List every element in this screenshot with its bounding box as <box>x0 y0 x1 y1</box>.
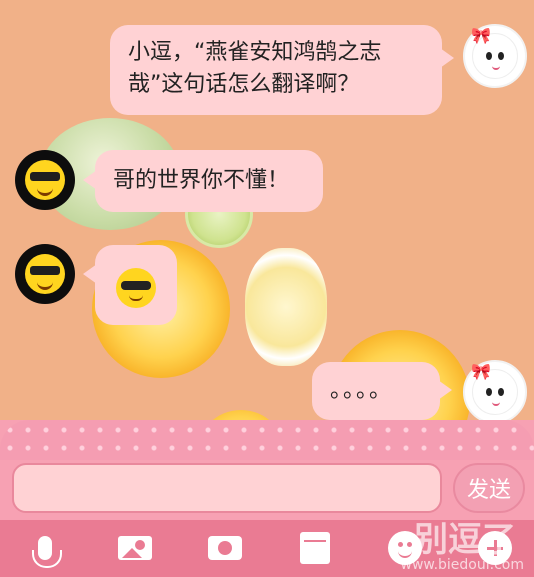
user-avatar[interactable]: 🎀 <box>463 360 527 424</box>
cool-face-emoji-icon <box>116 268 156 308</box>
microphone-icon[interactable] <box>25 528 65 568</box>
message-bubble[interactable]: 小逗，“燕雀安知鸿鹄之志哉”这句话怎么翻译啊？ <box>110 25 442 115</box>
message-bubble[interactable]: 。。。。 <box>312 362 440 420</box>
message-input[interactable] <box>12 463 442 513</box>
camera-icon[interactable] <box>205 528 245 568</box>
message-text: 哥的世界你不懂！ <box>113 168 290 193</box>
girl-face-icon: 🎀 <box>471 364 518 415</box>
bot-avatar[interactable] <box>15 244 75 304</box>
message-bubble[interactable]: 哥的世界你不懂！ <box>95 150 323 212</box>
girl-face-icon: 🎀 <box>471 28 518 79</box>
message-text: 。。。。 <box>330 378 394 403</box>
cool-face-icon <box>25 254 65 294</box>
decorative-frill <box>0 420 534 460</box>
cool-face-icon <box>25 160 65 200</box>
bubble-tail <box>438 380 452 400</box>
bot-avatar[interactable] <box>15 150 75 210</box>
lemon-decoration <box>245 248 327 366</box>
send-button-label: 发送 <box>466 478 511 503</box>
image-icon[interactable] <box>115 528 155 568</box>
message-text: 小逗，“燕雀安知鸿鹄之志哉”这句话怎么翻译啊？ <box>128 40 382 97</box>
bubble-tail <box>440 48 454 68</box>
emoji-message-bubble[interactable] <box>95 245 177 325</box>
user-avatar[interactable]: 🎀 <box>463 24 527 88</box>
watermark-url: www.biedoul.com <box>400 557 524 573</box>
send-button[interactable]: 发送 <box>453 463 525 513</box>
envelope-icon[interactable] <box>295 528 335 568</box>
